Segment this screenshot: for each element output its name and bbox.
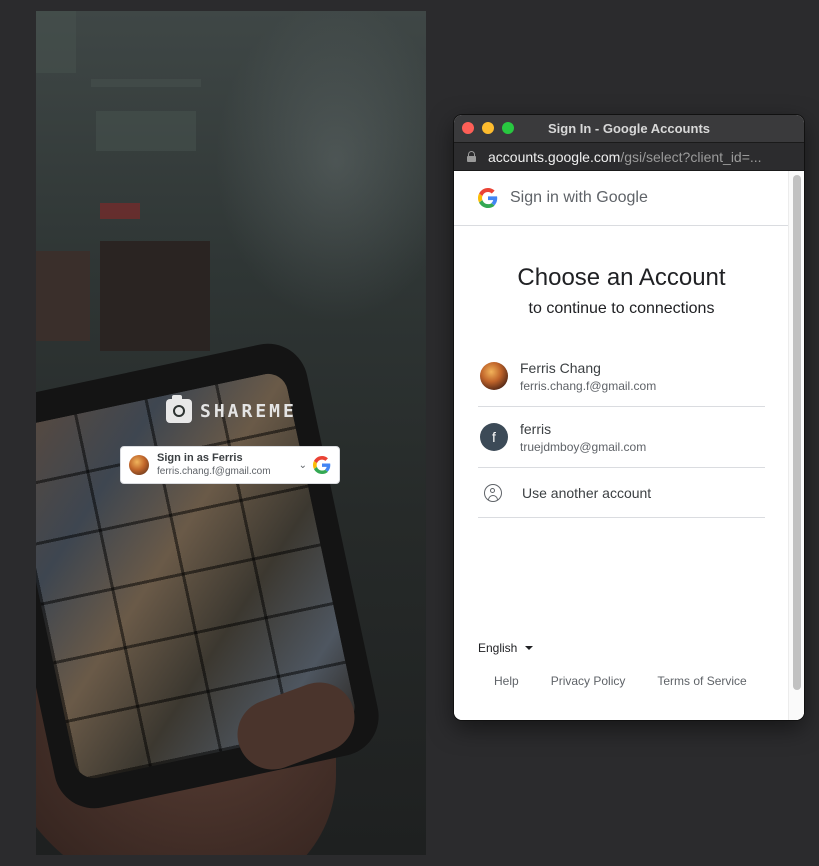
background-text-decor xyxy=(91,79,201,87)
use-another-account-label: Use another account xyxy=(522,484,652,501)
language-label: English xyxy=(478,641,518,655)
footer-links: Help Privacy Policy Terms of Service xyxy=(494,674,747,688)
background-text-decor xyxy=(96,111,196,151)
account-avatar-letter: f xyxy=(480,423,508,451)
url-host: accounts.google.com xyxy=(488,148,621,165)
scrollbar[interactable] xyxy=(788,171,804,720)
scrollbar-thumb[interactable] xyxy=(793,175,801,690)
page-subtitle: to continue to connections xyxy=(528,300,715,317)
gsi-signin-name: Sign in as Ferris xyxy=(157,452,243,464)
zoom-window-button[interactable] xyxy=(502,122,514,134)
google-logo-icon xyxy=(313,456,331,474)
camera-icon xyxy=(166,395,192,423)
chevron-down-icon[interactable]: ⌄ xyxy=(299,460,307,471)
account-name: ferris xyxy=(520,420,552,437)
background-monitor-decor xyxy=(36,11,76,73)
app-brand-name: SHAREME xyxy=(200,400,297,422)
lock-icon xyxy=(467,151,476,162)
minimize-window-button[interactable] xyxy=(482,122,494,134)
google-account-chooser: Sign in with Google Choose an Account to… xyxy=(454,171,804,720)
account-name: Ferris Chang xyxy=(520,359,601,376)
help-link[interactable]: Help xyxy=(494,674,519,688)
caret-down-icon xyxy=(525,646,534,650)
url-path: /gsi/select?client_id=... xyxy=(620,148,762,165)
background-photo-decor xyxy=(36,251,90,341)
background-photo-decor xyxy=(100,241,210,351)
app-logo: SHAREME xyxy=(166,395,297,423)
account-email: truejdmboy@gmail.com xyxy=(520,439,647,454)
signin-popup-window: Sign In - Google Accounts accounts.googl… xyxy=(454,115,804,720)
account-item-ferris-chang[interactable]: Ferris Chang ferris.chang.f@gmail.com xyxy=(478,346,765,407)
google-header: Sign in with Google xyxy=(454,171,789,226)
sign-in-with-google-label: Sign in with Google xyxy=(510,189,648,206)
gsi-signin-email: ferris.chang.f@gmail.com xyxy=(157,466,271,477)
language-selector[interactable]: English xyxy=(478,641,534,655)
use-another-account-button[interactable]: Use another account xyxy=(478,468,765,518)
google-sign-in-button[interactable]: Sign in as Ferris ferris.chang.f@gmail.c… xyxy=(120,446,340,484)
terms-of-service-link[interactable]: Terms of Service xyxy=(657,674,746,688)
app-background: SHAREME Sign in as Ferris ferris.chang.f… xyxy=(36,11,426,855)
page-title: Choose an Account xyxy=(517,264,726,291)
account-item-ferris[interactable]: f ferris truejdmboy@gmail.com xyxy=(478,407,765,468)
account-list: Ferris Chang ferris.chang.f@gmail.com f … xyxy=(478,346,765,518)
account-avatar xyxy=(480,362,508,390)
window-titlebar[interactable]: Sign In - Google Accounts xyxy=(454,115,804,142)
background-button-decor xyxy=(100,203,140,219)
address-bar[interactable]: accounts.google.com/gsi/select?client_id… xyxy=(454,142,804,171)
close-window-button[interactable] xyxy=(462,122,474,134)
privacy-policy-link[interactable]: Privacy Policy xyxy=(551,674,626,688)
user-avatar xyxy=(129,455,149,475)
google-logo-icon xyxy=(478,188,498,208)
account-email: ferris.chang.f@gmail.com xyxy=(520,378,657,393)
account-circle-icon xyxy=(484,483,502,502)
